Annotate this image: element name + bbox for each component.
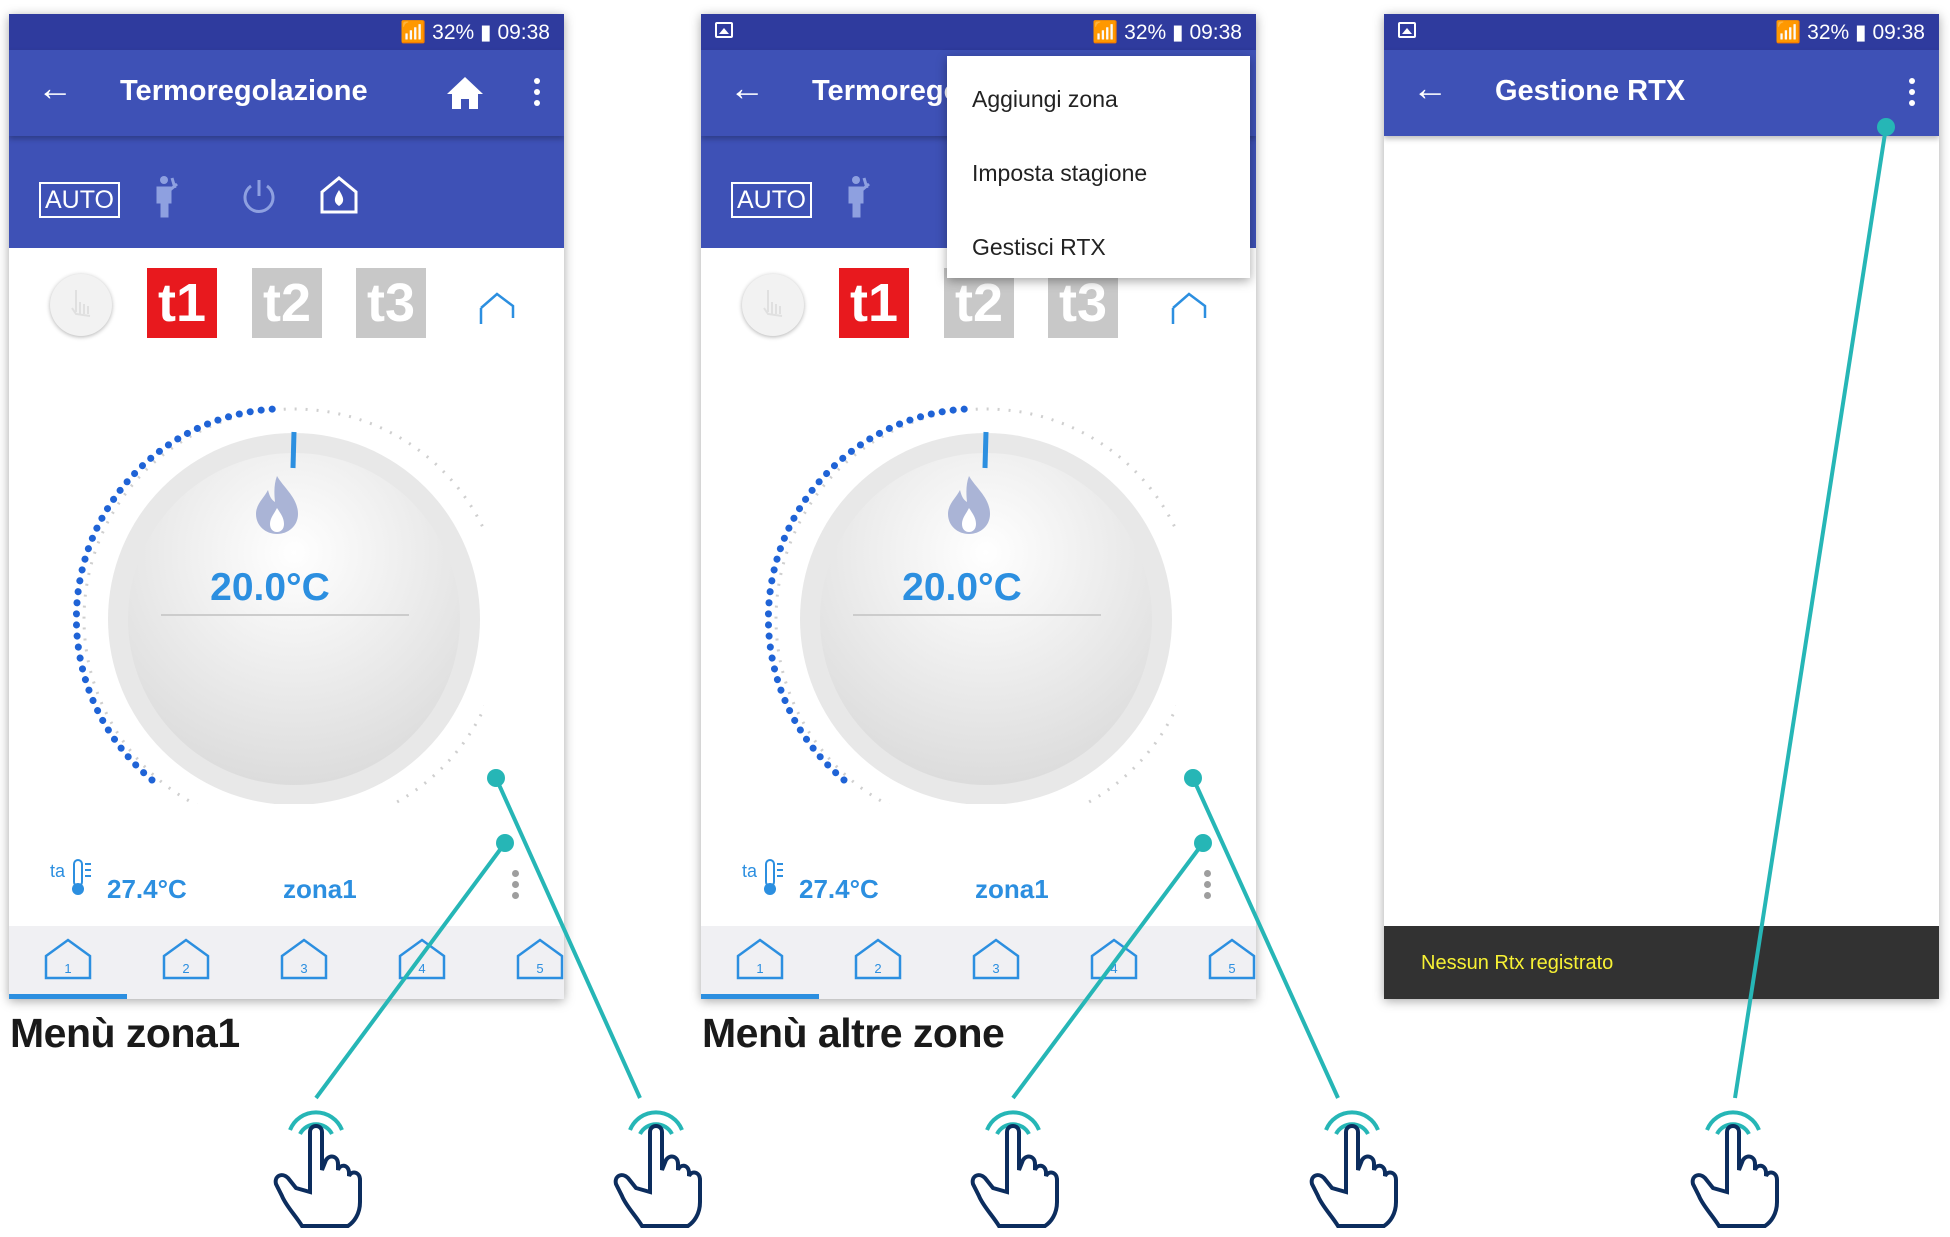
tap-hand-icon bbox=[1309, 1110, 1398, 1228]
callout-line bbox=[494, 777, 642, 1099]
callout-dot bbox=[487, 769, 505, 787]
tap-hand-icon bbox=[1690, 1110, 1779, 1228]
annotation-overlay bbox=[273, 118, 1895, 1228]
tap-hand-icon bbox=[970, 1110, 1059, 1228]
callout-dot bbox=[1877, 118, 1895, 136]
callout-line bbox=[314, 841, 507, 1100]
callout-line bbox=[1733, 126, 1888, 1099]
callout-dot bbox=[1184, 769, 1202, 787]
callout-dot bbox=[1194, 834, 1212, 852]
tap-hand-icon bbox=[613, 1110, 702, 1228]
callout-dot bbox=[496, 834, 514, 852]
callout-line bbox=[1191, 777, 1340, 1099]
callout-line bbox=[1011, 841, 1205, 1100]
tap-hand-icon bbox=[273, 1110, 362, 1228]
